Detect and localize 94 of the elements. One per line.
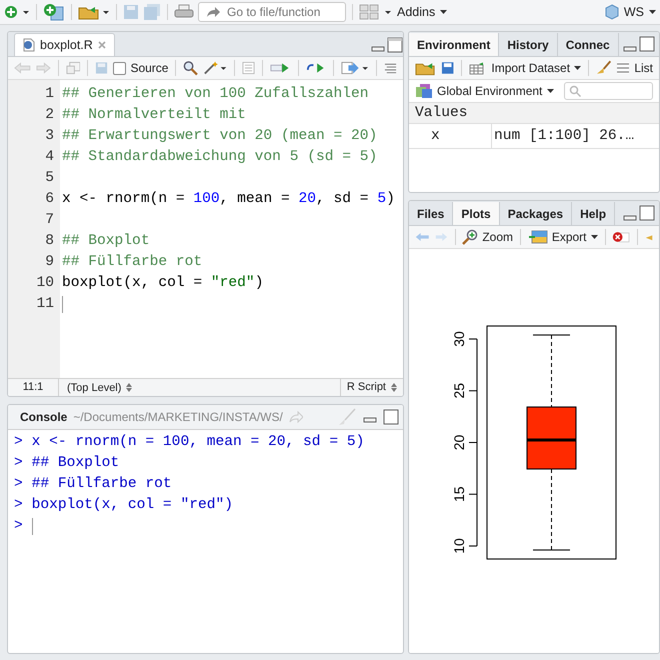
go-to-file-field[interactable]: Go to file/function — [198, 2, 346, 22]
maximize-icon[interactable] — [383, 409, 399, 425]
remove-plot-icon[interactable] — [612, 230, 630, 244]
axis-tick-label: 30 — [451, 331, 467, 347]
list-view-button[interactable]: List — [616, 61, 653, 75]
file-tab[interactable]: boxplot.R — [14, 33, 115, 56]
list-icon — [616, 62, 630, 74]
file-type-selector[interactable]: R Script — [340, 379, 403, 396]
close-icon[interactable] — [98, 41, 106, 49]
line-number: 8 — [44, 232, 55, 251]
line-number: 5 — [44, 169, 55, 188]
import-dataset-button[interactable]: Import Dataset — [469, 61, 582, 75]
line-number: 7 — [44, 211, 55, 230]
line-number: 2 — [44, 106, 55, 125]
run-line-icon[interactable] — [270, 62, 291, 74]
axis-tick-label: 10 — [451, 538, 467, 554]
code-line: ## Boxplot — [62, 232, 150, 251]
text-cursor — [62, 296, 63, 313]
cursor-position: 11:1 — [8, 379, 59, 396]
axis-tick-label: 25 — [451, 382, 467, 399]
caret-icon — [547, 89, 554, 93]
working-directory: ~/Documents/MARKETING/INSTA/WS/ — [73, 410, 283, 424]
search-icon[interactable] — [183, 60, 198, 76]
console-command: x <- rnorm(n = 100, mean = 20, sd = 5) — [32, 433, 364, 452]
console-title: Console — [20, 410, 68, 424]
window-icon[interactable] — [66, 61, 80, 75]
pane-tab[interactable]: Environment — [409, 33, 500, 56]
magic-wand-icon[interactable] — [203, 60, 228, 76]
console-command: boxplot(x, col = "red") — [32, 496, 233, 515]
console-prompt: > — [14, 433, 23, 452]
checkbox[interactable] — [113, 62, 126, 74]
scope-selector[interactable]: (Top Level) — [67, 382, 132, 394]
maximize-icon[interactable] — [639, 36, 655, 52]
zoom-button[interactable]: Zoom — [462, 229, 513, 245]
line-number: 6 — [44, 190, 55, 209]
source-checkbox[interactable]: Source — [113, 61, 168, 75]
code-line: x <- rnorm(n = 100, mean = 20, sd = 5) — [62, 190, 395, 209]
variable-name: x — [409, 124, 492, 148]
search-icon — [569, 85, 582, 97]
addins-menu[interactable]: Addins — [397, 5, 448, 19]
line-number: 11 — [35, 295, 55, 314]
code-line: ## Füllfarbe rot — [62, 253, 202, 272]
line-number: 3 — [44, 127, 55, 146]
code-line: ## Normalverteilt mit — [62, 106, 246, 125]
environment-selector[interactable]: Global Environment — [437, 84, 554, 98]
console-prompt: > — [14, 517, 23, 536]
line-number: 9 — [44, 253, 55, 272]
search-field[interactable] — [564, 82, 653, 100]
text-cursor — [32, 518, 33, 535]
r-file-icon — [23, 38, 35, 52]
up-down-caret-icon — [126, 383, 132, 392]
up-down-caret-icon — [391, 383, 397, 392]
line-number: 10 — [35, 274, 55, 293]
code-line: boxplot(x, col = "red") — [62, 274, 264, 293]
list-icon[interactable] — [242, 61, 256, 75]
code-line: ## Standardabweichung von 5 (sd = 5) — [62, 148, 378, 167]
variable-value: num [1:100] 26.… — [493, 128, 634, 144]
console-prompt: > — [14, 496, 23, 515]
save-icon[interactable] — [441, 61, 454, 75]
pane-tab[interactable]: Plots — [453, 202, 500, 225]
export-button[interactable]: Export — [528, 230, 598, 244]
console-prompt: > — [14, 475, 23, 494]
grid-icon[interactable] — [359, 4, 393, 20]
maximize-icon[interactable] — [387, 37, 403, 53]
caret-icon — [649, 10, 656, 14]
project-menu[interactable]: WS — [624, 5, 656, 19]
source-arrow-icon[interactable] — [341, 61, 370, 75]
project-icon[interactable] — [43, 3, 65, 21]
folder-icon[interactable] — [78, 4, 110, 20]
maximize-icon[interactable] — [639, 205, 655, 221]
outline-icon[interactable] — [384, 62, 398, 74]
code-line: ## Generieren von 100 Zufallszahlen — [62, 85, 369, 104]
environment-icon — [415, 83, 433, 99]
caret-icon — [574, 66, 582, 70]
console-command: ## Füllfarbe rot — [32, 475, 172, 494]
zoom-icon — [462, 229, 478, 245]
image-icon — [528, 230, 548, 244]
section-header: Values — [409, 103, 659, 124]
new-file-icon[interactable] — [4, 4, 30, 20]
cube-icon — [604, 4, 620, 20]
console-prompt: > — [14, 454, 23, 473]
rerun-icon[interactable] — [306, 62, 326, 74]
arrow-icon — [206, 6, 220, 18]
axis-tick-label: 20 — [451, 434, 467, 450]
line-number: 4 — [44, 148, 55, 167]
print-icon[interactable] — [174, 4, 194, 20]
caret-icon — [440, 10, 448, 14]
code-line: ## Erwartungswert von 20 (mean = 20) — [62, 127, 378, 146]
pane-tab[interactable]: Connec — [558, 33, 619, 56]
axis-tick-label: 15 — [451, 486, 467, 502]
console-command: ## Boxplot — [32, 454, 120, 473]
line-number: 1 — [44, 85, 55, 104]
caret-icon — [590, 235, 598, 239]
pane-tab[interactable]: Packages — [500, 202, 572, 225]
